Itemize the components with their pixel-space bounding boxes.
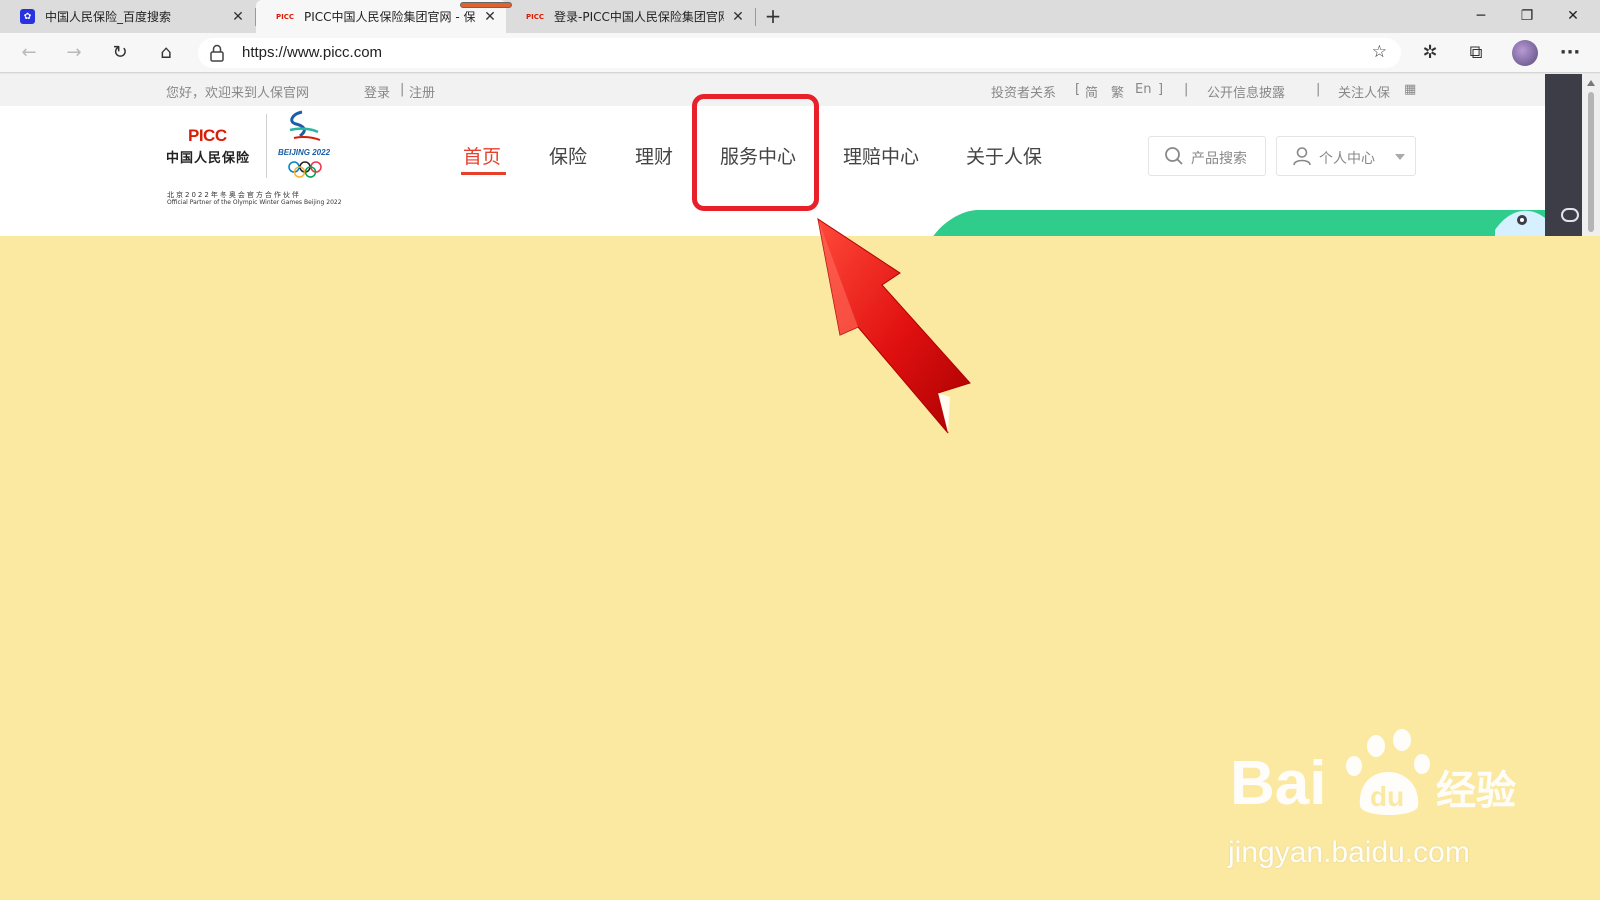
nav-about[interactable]: 关于人保 [966, 142, 1042, 169]
close-window-button[interactable]: ✕ [1550, 0, 1596, 32]
lock-icon [210, 44, 224, 62]
refresh-button[interactable]: ↻ [106, 39, 134, 67]
tab-strip: ✿ 中国人民保险_百度搜索 ✕ PICC PICC中国人民保险集团官网 - 保 … [0, 0, 1600, 33]
close-tab-icon[interactable]: ✕ [482, 9, 498, 25]
svg-text:du: du [1370, 781, 1404, 812]
tab-title: 登录-PICC中国人民保险集团官网 [554, 10, 724, 24]
picc-favicon-icon: PICC [526, 12, 545, 21]
nav-active-underline [461, 172, 506, 175]
nav-home[interactable]: 首页 [463, 142, 501, 169]
settings-menu-button[interactable]: ··· [1556, 39, 1584, 67]
url-text: https://www.picc.com [242, 44, 383, 61]
picc-favicon-icon: PICC [276, 12, 295, 21]
register-link[interactable]: 注册 [409, 82, 435, 101]
investor-relations-link[interactable]: 投资者关系 [991, 82, 1056, 101]
banner-decoration-icon [1495, 210, 1545, 236]
lang-english-link[interactable]: En [1135, 82, 1151, 97]
nav-claims-center[interactable]: 理赔中心 [843, 142, 919, 169]
chat-icon[interactable] [1561, 208, 1579, 222]
tab-title: 中国人民保险_百度搜索 [45, 10, 172, 24]
greeting-text: 您好，欢迎来到人保官网 [166, 86, 310, 101]
watermark-url: jingyan.baidu.com [1228, 836, 1470, 869]
svg-text:经验: 经验 [1436, 768, 1516, 814]
qr-icon[interactable]: ▦ [1404, 82, 1416, 97]
partner-caption-en: Official Partner of the Olympic Winter G… [167, 199, 342, 206]
personal-center-dropdown[interactable]: 个人中心 [1276, 136, 1416, 176]
favorite-star-icon[interactable]: ☆ [1372, 42, 1387, 62]
tab-picc-login[interactable]: PICC 登录-PICC中国人民保险集团官网 ✕ [506, 0, 754, 33]
tab-title: PICC中国人民保险集团官网 - 保 [304, 10, 476, 24]
hero-banner[interactable] [925, 210, 1545, 236]
chevron-down-icon [1395, 154, 1405, 160]
product-search-label: 产品搜索 [1191, 151, 1247, 167]
lang-bracket-close: ] [1158, 82, 1164, 97]
nav-wealth[interactable]: 理财 [635, 142, 673, 169]
home-button[interactable]: ⌂ [152, 39, 180, 67]
disclosure-link[interactable]: 公开信息披露 [1207, 82, 1285, 101]
personal-center-label: 个人中心 [1319, 151, 1375, 167]
tab-drag-indicator [460, 2, 512, 8]
restore-button[interactable]: ❐ [1504, 0, 1550, 32]
close-tab-icon[interactable]: ✕ [230, 9, 246, 25]
baidu-watermark-logo: Bai du 经验 [1230, 729, 1516, 818]
scrollbar-thumb[interactable] [1588, 92, 1594, 232]
lang-traditional-link[interactable]: 繁 [1111, 82, 1124, 101]
divider: | [1316, 82, 1321, 97]
search-icon [1165, 147, 1183, 165]
login-link[interactable]: 登录 [364, 82, 390, 101]
beijing-2022-emblem-icon [289, 110, 321, 141]
follow-link[interactable]: 关注人保 [1338, 82, 1390, 101]
logo-divider [266, 114, 267, 178]
profile-avatar[interactable] [1512, 40, 1538, 66]
minimize-button[interactable]: ─ [1458, 0, 1504, 32]
new-tab-button[interactable]: + [760, 3, 786, 29]
close-tab-icon[interactable]: ✕ [730, 9, 746, 25]
user-icon [1293, 147, 1311, 166]
beijing-2022-text: BEIJING 2022 [278, 148, 331, 157]
picc-logo-name: 中国人民保险 [166, 151, 251, 166]
page-scrollbar[interactable] [1582, 74, 1600, 236]
divider: | [400, 82, 405, 97]
collections-button[interactable]: ⧉ [1462, 39, 1490, 67]
browser-toolbar: ← → ↻ ⌂ https://www.picc.com ☆ ✲ ⧉ ··· [0, 33, 1600, 73]
address-bar[interactable]: https://www.picc.com ☆ [198, 38, 1401, 68]
tab-separator [755, 8, 756, 26]
forward-button[interactable]: → [60, 39, 88, 67]
tab-baidu-search[interactable]: ✿ 中国人民保险_百度搜索 ✕ [0, 0, 254, 33]
svg-text:Bai: Bai [1230, 749, 1326, 818]
olympic-rings-icon [288, 161, 322, 178]
baidu-favicon-icon: ✿ [20, 9, 35, 24]
nav-insurance[interactable]: 保险 [549, 142, 587, 169]
favorites-button[interactable]: ✲ [1416, 39, 1444, 67]
picc-logo-text[interactable]: PICC [188, 126, 227, 146]
highlight-box [692, 94, 819, 211]
lang-simplified-link[interactable]: 简 [1085, 82, 1098, 101]
divider: | [1184, 82, 1189, 97]
back-button[interactable]: ← [15, 39, 43, 67]
scroll-up-icon[interactable] [1587, 80, 1595, 86]
product-search-button[interactable]: 产品搜索 [1148, 136, 1266, 176]
lang-bracket-open: [ [1075, 82, 1081, 97]
pointer-arrow-icon [817, 217, 971, 434]
